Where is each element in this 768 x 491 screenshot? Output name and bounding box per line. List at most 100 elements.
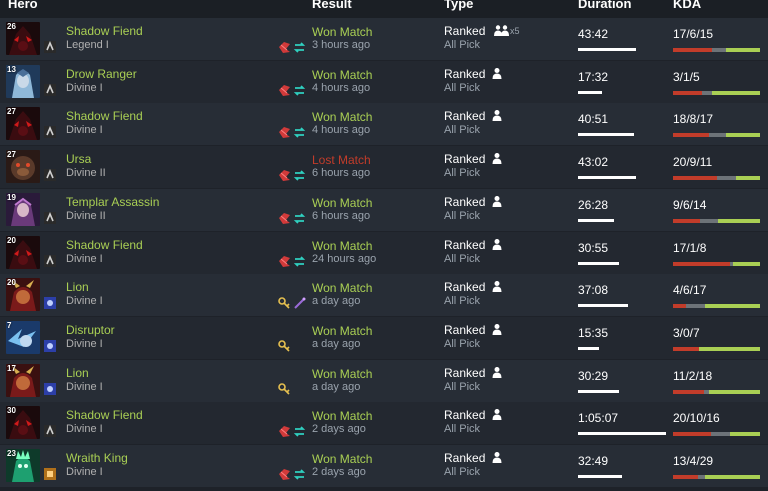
aegis-icon [278,255,291,268]
aegis-icon [278,468,291,481]
agility-attribute-icon [44,168,56,186]
hero-portrait[interactable]: 27 [6,107,40,141]
table-row[interactable]: 20 Lion Divine I Won Match a day ago Ran… [0,274,768,317]
game-mode: All Pick [444,380,481,393]
kills-segment [673,432,711,437]
solo-icon [491,323,503,337]
agility-attribute-icon [44,211,56,229]
hero-name[interactable]: Wraith King [66,451,128,465]
table-row[interactable]: 27 Ursa Divine II Lost Match 6 hours ago… [0,146,768,189]
game-mode: All Pick [444,295,481,308]
hero-name[interactable]: Ursa [66,152,91,166]
match-result[interactable]: Won Match [312,239,372,253]
hero-level: 7 [7,320,12,330]
hero-name[interactable]: Lion [66,366,89,380]
kills-segment [673,90,702,95]
duration-bar [578,176,637,180]
table-header: Hero Result Type Duration KDA [0,0,768,18]
kills-segment [673,176,717,181]
solo-icon [491,366,503,380]
rank-label: Divine I [66,295,103,308]
match-result[interactable]: Won Match [312,68,372,82]
kills-segment [673,475,698,479]
header-duration[interactable]: Duration [578,0,631,13]
hero-name[interactable]: Disruptor [66,323,115,337]
header-kda[interactable]: KDA [673,0,701,13]
assists-segment [705,304,760,309]
match-result[interactable]: Won Match [312,452,372,466]
match-result[interactable]: Won Match [312,409,372,423]
table-row[interactable]: 26 Shadow Fiend Legend I Won Match 3 hou… [0,18,768,60]
hero-name[interactable]: Lion [66,280,89,294]
match-result[interactable]: Won Match [312,367,372,381]
hero-portrait[interactable]: 7 [6,320,40,354]
hero-portrait[interactable]: 20 [6,235,40,269]
agility-attribute-icon [44,424,56,442]
match-result[interactable]: Won Match [312,25,372,39]
hero-portrait[interactable]: 30 [6,406,40,440]
assists-segment [725,48,760,52]
hero-portrait[interactable]: 27 [6,150,40,184]
hero-name[interactable]: Shadow Fiend [66,24,143,38]
rank-label: Divine I [66,252,103,265]
game-mode: All Pick [444,124,481,137]
table-row[interactable]: 23 Wraith King Divine I Won Match 2 days… [0,445,768,487]
table-row[interactable]: 17 Lion Divine I Won Match a day ago Ran… [0,359,768,402]
hero-level: 20 [7,235,16,245]
hero-level: 27 [7,150,16,160]
aegis-icon [278,169,291,182]
kda-bar [673,133,760,138]
hero-portrait[interactable]: 17 [6,363,40,397]
deaths-segment [709,133,726,138]
kda-bar [673,432,760,437]
match-badges [278,126,308,140]
rank-label: Divine I [66,81,103,94]
hero-portrait[interactable]: 23 [6,449,40,482]
table-row[interactable]: 7 Disruptor Divine I Won Match a day ago… [0,316,768,359]
match-result[interactable]: Lost Match [312,153,371,167]
match-result[interactable]: Won Match [312,324,372,338]
hero-portrait[interactable]: 19 [6,192,40,226]
match-result[interactable]: Won Match [312,196,372,210]
hero-level: 19 [7,192,16,202]
time-ago: 4 hours ago [312,124,371,137]
hero-name[interactable]: Shadow Fiend [66,109,143,123]
match-duration: 30:29 [578,368,609,383]
hero-level: 20 [7,278,16,288]
match-duration: 43:42 [578,27,609,41]
hero-name[interactable]: Templar Assassin [66,195,159,209]
kda-bar [673,218,760,223]
time-ago: 6 hours ago [312,209,371,222]
rank-label: Divine I [66,466,103,478]
intelligence-attribute-icon [44,339,56,357]
rank-label: Divine II [66,209,106,222]
kills-segment [673,133,710,138]
hero-level: 23 [7,449,16,458]
lobby-type: Ranked [444,152,486,167]
table-row[interactable]: 20 Shadow Fiend Divine I Won Match 24 ho… [0,231,768,274]
table-row[interactable]: 19 Templar Assassin Divine II Won Match … [0,188,768,231]
kda-value: 11/2/18 [673,368,713,383]
match-result[interactable]: Won Match [312,281,372,295]
header-result[interactable]: Result [312,0,352,13]
table-row[interactable]: 30 Shadow Fiend Divine I Won Match 2 day… [0,402,768,445]
kda-bar [673,304,760,309]
header-type[interactable]: Type [444,0,473,13]
table-row[interactable]: 27 Shadow Fiend Divine I Won Match 4 hou… [0,103,768,146]
agility-attribute-icon [44,254,56,272]
match-badges [278,212,308,226]
kills-segment [673,346,700,351]
header-hero[interactable]: Hero [8,0,38,13]
table-row[interactable]: 13 Drow Ranger Divine I Won Match 4 hour… [0,60,768,103]
hero-portrait[interactable]: 26 [6,22,40,55]
deaths-segment [710,432,730,437]
kills-segment [673,218,700,223]
hero-portrait[interactable]: 13 [6,64,40,98]
match-result[interactable]: Won Match [312,110,372,124]
hero-portrait[interactable]: 20 [6,278,40,312]
rank-label: Divine I [66,124,103,137]
agility-attribute-icon [44,83,56,101]
hero-name[interactable]: Shadow Fiend [66,238,143,252]
hero-name[interactable]: Drow Ranger [66,67,137,81]
hero-name[interactable]: Shadow Fiend [66,408,143,422]
